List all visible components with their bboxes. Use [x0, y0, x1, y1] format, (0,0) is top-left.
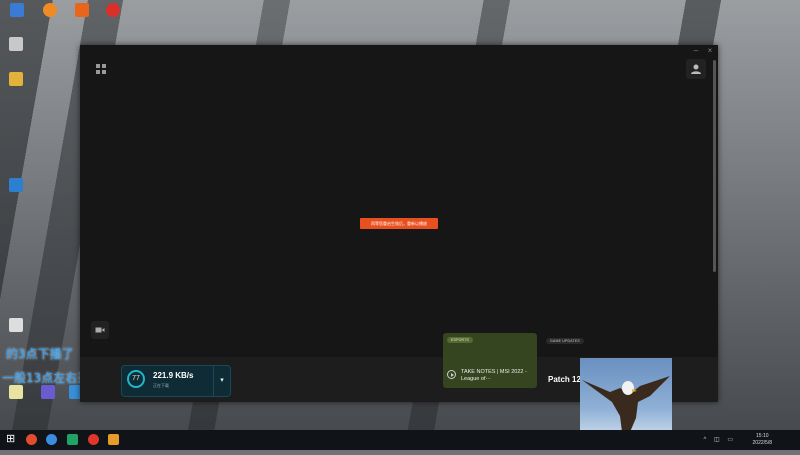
taskbar-app-icon[interactable]	[108, 434, 119, 445]
taskbar-app-icon[interactable]	[88, 434, 99, 445]
desktop-app-icon[interactable]	[7, 3, 27, 18]
taskbar-app-icon[interactable]	[67, 434, 78, 445]
taskbar: ⊞ ^ ◫ ▭ 15:10 2022/5/8	[0, 430, 800, 450]
video-camera-icon	[95, 327, 105, 333]
download-progress-ring: 77	[127, 370, 145, 388]
taskbar-app-icon[interactable]	[46, 434, 57, 445]
app-icon-glyph	[106, 3, 120, 17]
desktop-app-icon[interactable]	[72, 3, 92, 18]
start-button[interactable]: ⊞	[6, 433, 15, 446]
app-icon-glyph	[43, 3, 57, 17]
desktop-app-icon[interactable]	[6, 37, 26, 52]
app-icon-glyph	[9, 178, 23, 192]
folder-icon	[9, 385, 23, 399]
desktop-app-icon[interactable]	[6, 318, 26, 333]
system-tray-icons[interactable]: ^ ◫ ▭	[704, 436, 737, 443]
news-title: TAKE NOTES | MSI 2022 - League of···	[461, 369, 527, 382]
minimize-button[interactable]: –	[692, 46, 700, 58]
stream-overlay-line1: 的3点下播了	[6, 347, 74, 361]
desktop-app-icon[interactable]	[40, 3, 60, 18]
grid-cell	[96, 64, 100, 68]
window-controls: – ×	[692, 46, 714, 58]
app-icon-glyph	[10, 3, 24, 17]
app-icon-glyph	[41, 385, 55, 399]
profile-button[interactable]	[686, 59, 706, 79]
desktop-app-icon[interactable]	[38, 385, 58, 400]
news-card-esports[interactable]: ESPORTS TAKE NOTES | MSI 2022 - League o…	[443, 333, 537, 388]
clock[interactable]: 15:10 2022/5/8	[753, 433, 772, 447]
news-tag: ESPORTS	[447, 337, 474, 343]
desktop-app-icon[interactable]	[103, 3, 123, 18]
grid-cell	[102, 64, 106, 68]
record-button[interactable]	[91, 321, 109, 339]
desktop-app-icon[interactable]	[6, 72, 26, 87]
grid-cell	[96, 70, 100, 74]
desktop-app-icon[interactable]	[6, 385, 26, 400]
play-icon	[447, 370, 456, 379]
download-status: 正在下载	[153, 383, 169, 388]
taskbar-app-icon[interactable]	[26, 434, 37, 445]
download-speed: 221.9 KB/s	[153, 371, 194, 380]
desktop-app-icon[interactable]	[6, 178, 26, 193]
app-icon-glyph	[75, 3, 89, 17]
app-icon-glyph	[9, 72, 23, 86]
clock-date: 2022/5/8	[752, 440, 772, 446]
close-button[interactable]: ×	[706, 46, 714, 58]
league-icon	[9, 318, 23, 332]
grid-cell	[102, 70, 106, 74]
recycle-bin-icon	[9, 37, 23, 51]
user-icon	[691, 64, 701, 74]
scrollbar[interactable]	[713, 60, 716, 272]
clock-time: 15:10	[756, 433, 769, 439]
notification-toast: 再等您重启生效后，重新以播放	[360, 218, 438, 229]
download-dropdown-button[interactable]: ▾	[213, 366, 230, 396]
download-widget[interactable]: 77 221.9 KB/s 正在下载 ▾	[121, 365, 231, 397]
home-grid-icon[interactable]	[94, 62, 108, 76]
game-updates-tag: GAME UPDATES	[546, 338, 584, 344]
client-window: – × 再等您重启生效后，重新以播放 77 221.9 KB/s 正在下载 ▾ …	[80, 45, 718, 402]
